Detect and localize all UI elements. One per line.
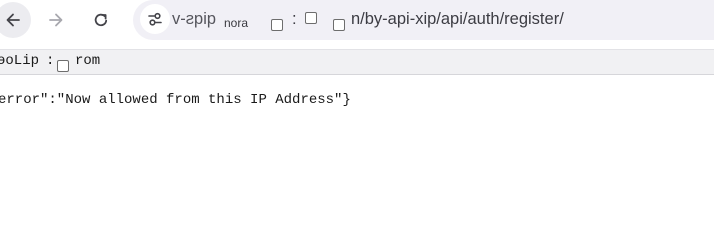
url-text: n/by-api-xip/api/auth/register/: [351, 10, 564, 28]
overlay-checkbox-1[interactable]: [271, 19, 283, 31]
forward-button[interactable]: [38, 2, 74, 38]
viewer-right-label[interactable]: rom: [75, 53, 100, 69]
url-fragment-mirrored: qiqs-v: [172, 10, 217, 28]
arrow-right-icon: [49, 13, 63, 27]
viewer-left-label[interactable]: ɘoLip: [0, 53, 39, 69]
json-viewer-bar: ɘoLip : rom: [0, 49, 714, 75]
overlay-checkbox-2[interactable]: [305, 12, 317, 24]
browser-toolbar: qiqs-v nora : n/by-api-xip/api/auth/regi…: [0, 0, 714, 40]
site-info-button[interactable]: [140, 4, 170, 34]
back-button[interactable]: [0, 2, 31, 38]
arrow-left-icon: [6, 13, 20, 27]
reload-icon: [94, 13, 108, 27]
url-fragment-colon: :: [292, 10, 297, 28]
reload-button[interactable]: [83, 2, 119, 38]
response-body: error":"Now allowed from this IP Address…: [0, 92, 351, 108]
url-fragment-small: nora: [224, 16, 249, 30]
pretty-print-checkbox[interactable]: [57, 60, 69, 72]
viewer-separator: :: [46, 53, 55, 69]
tune-icon: [148, 12, 162, 26]
overlay-checkbox-3[interactable]: [333, 19, 345, 31]
